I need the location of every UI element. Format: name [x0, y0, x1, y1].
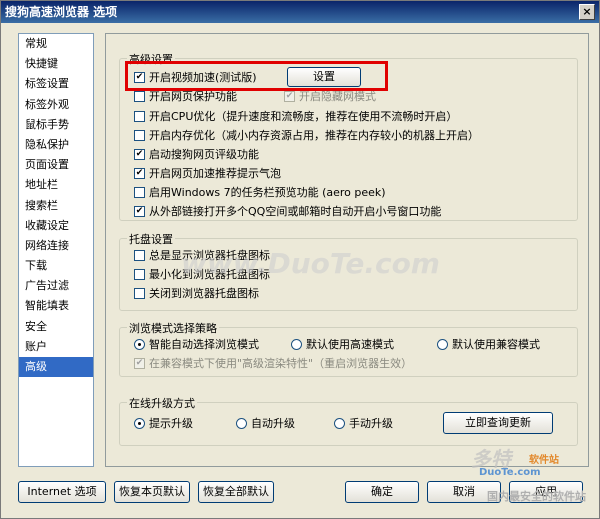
- logo-sub-watermark: 软件站: [529, 455, 559, 466]
- sidebar-item[interactable]: 标签设置: [19, 74, 93, 94]
- upgrade-auto-option[interactable]: 自动升级: [236, 417, 295, 431]
- sidebar-item[interactable]: 收藏设定: [19, 216, 93, 236]
- check-update-button[interactable]: 立即查询更新: [443, 412, 553, 434]
- browse-mode-compat-option[interactable]: 默认使用兼容模式: [437, 338, 540, 352]
- sidebar-item[interactable]: 广告过滤: [19, 276, 93, 296]
- always-show-tray-checkbox[interactable]: [134, 250, 145, 261]
- upgrade-group: 在线升级方式 提示升级 自动升级 手动升级 立即查询更新: [119, 395, 578, 446]
- sidebar-item[interactable]: 标签外观: [19, 95, 93, 115]
- page-protect-option[interactable]: 开启网页保护功能: [134, 90, 237, 104]
- bottom-watermark: 国内最安全的软件站: [487, 490, 586, 503]
- sidebar-item[interactable]: 账户: [19, 337, 93, 357]
- tray-settings-legend: 托盘设置: [127, 231, 175, 247]
- upgrade-auto-radio[interactable]: [236, 418, 247, 429]
- qq-links-checkbox[interactable]: [134, 206, 145, 217]
- mem-opt-option[interactable]: 开启内存优化（减小内存资源占用，推荐在内存较小的机器上开启）: [134, 129, 479, 143]
- close-tray-checkbox[interactable]: [134, 288, 145, 299]
- close-tray-label: 关闭到浏览器托盘图标: [149, 287, 259, 300]
- sidebar: 常规 快捷键 标签设置 标签外观 鼠标手势 隐私保护 页面设置 地址栏 搜索栏 收藏设定 网络连接下…: [18, 33, 94, 467]
- title-bar: 搜狗高速浏览器 选项 ×: [1, 1, 599, 23]
- hidden-mode-option: 开启隐藏网模式: [284, 90, 376, 104]
- browse-mode-legend: 浏览模式选择策略: [127, 320, 219, 336]
- browse-mode-group: 浏览模式选择策略 智能自动选择浏览模式 默认使用高速模式 默认使用兼容模式 在兼…: [119, 320, 578, 377]
- upgrade-manual-option[interactable]: 手动升级: [334, 417, 393, 431]
- compat-render-label: 在兼容模式下使用"高级渲染特性"（重启浏览器生效）: [149, 357, 413, 370]
- sidebar-item[interactable]: 搜索栏: [19, 196, 93, 216]
- center-watermark: www.DuoTe.com: [181, 247, 440, 280]
- cpu-opt-option[interactable]: 开启CPU优化（提升速度和流畅度，推荐在使用不流畅时开启）: [134, 110, 457, 124]
- highlight-annotation: [125, 61, 388, 91]
- sidebar-item[interactable]: 安全: [19, 317, 93, 337]
- sidebar-item[interactable]: 常规: [19, 34, 93, 54]
- window-title: 搜狗高速浏览器 选项: [5, 5, 118, 19]
- close-button[interactable]: ×: [579, 4, 595, 20]
- options-window: 搜狗高速浏览器 选项 × 常规 快捷键 标签设置 标签外观 鼠标手势 隐私保护 页面设置 地址…: [0, 0, 600, 519]
- win7-preview-label: 启用Windows 7的任务栏预览功能 (aero peek): [149, 186, 386, 199]
- sidebar-item[interactable]: 隐私保护: [19, 135, 93, 155]
- browse-mode-smart-label: 智能自动选择浏览模式: [149, 338, 259, 351]
- logo-url-watermark: DuoTe.com: [479, 467, 541, 478]
- upgrade-prompt-radio[interactable]: [134, 418, 145, 429]
- sidebar-item[interactable]: 下载: [19, 256, 93, 276]
- compat-render-option: 在兼容模式下使用"高级渲染特性"（重启浏览器生效）: [134, 357, 412, 371]
- browse-mode-smart-option[interactable]: 智能自动选择浏览模式: [134, 338, 259, 352]
- upgrade-manual-label: 手动升级: [349, 417, 393, 430]
- sidebar-item[interactable]: 智能填表: [19, 296, 93, 316]
- mem-opt-checkbox[interactable]: [134, 130, 145, 141]
- sidebar-item[interactable]: 快捷键: [19, 54, 93, 74]
- win7-preview-checkbox[interactable]: [134, 187, 145, 198]
- restore-all-defaults-button[interactable]: 恢复全部默认: [198, 481, 274, 503]
- upgrade-prompt-option[interactable]: 提示升级: [134, 417, 193, 431]
- rating-option[interactable]: 启动搜狗网页评级功能: [134, 148, 259, 162]
- upgrade-legend: 在线升级方式: [127, 395, 197, 411]
- browse-mode-smart-radio[interactable]: [134, 339, 145, 350]
- rating-label: 启动搜狗网页评级功能: [149, 148, 259, 161]
- cpu-opt-label: 开启CPU优化（提升速度和流畅度，推荐在使用不流畅时开启）: [149, 110, 458, 123]
- page-protect-label: 开启网页保护功能: [149, 90, 237, 103]
- sidebar-item[interactable]: 网络连接: [19, 236, 93, 256]
- accel-bubble-option[interactable]: 开启网页加速推荐提示气泡: [134, 167, 281, 181]
- close-icon: ×: [582, 5, 592, 18]
- sidebar-item[interactable]: 高级: [19, 357, 93, 378]
- hidden-mode-checkbox: [284, 91, 295, 102]
- internet-options-button[interactable]: Internet 选项: [18, 481, 106, 503]
- browse-mode-speed-option[interactable]: 默认使用高速模式: [291, 338, 394, 352]
- compat-render-checkbox: [134, 358, 145, 369]
- page-protect-checkbox[interactable]: [134, 91, 145, 102]
- accel-bubble-label: 开启网页加速推荐提示气泡: [149, 167, 281, 180]
- accel-bubble-checkbox[interactable]: [134, 168, 145, 179]
- sidebar-item[interactable]: 鼠标手势: [19, 115, 93, 135]
- browse-mode-compat-radio[interactable]: [437, 339, 448, 350]
- ok-button[interactable]: 确定: [345, 481, 419, 503]
- mem-opt-label: 开启内存优化（减小内存资源占用，推荐在内存较小的机器上开启）: [149, 129, 479, 142]
- browse-mode-speed-label: 默认使用高速模式: [306, 338, 394, 351]
- sidebar-item[interactable]: 地址栏: [19, 175, 93, 195]
- browse-mode-speed-radio[interactable]: [291, 339, 302, 350]
- minimize-tray-checkbox[interactable]: [134, 269, 145, 280]
- hidden-mode-label: 开启隐藏网模式: [299, 90, 376, 103]
- rating-checkbox[interactable]: [134, 149, 145, 160]
- qq-links-label: 从外部链接打开多个QQ空间或邮箱时自动开启小号窗口功能: [149, 205, 442, 218]
- sidebar-item[interactable]: 页面设置: [19, 155, 93, 175]
- restore-page-defaults-button[interactable]: 恢复本页默认: [114, 481, 190, 503]
- cpu-opt-checkbox[interactable]: [134, 111, 145, 122]
- qq-links-option[interactable]: 从外部链接打开多个QQ空间或邮箱时自动开启小号窗口功能: [134, 205, 441, 219]
- close-tray-option[interactable]: 关闭到浏览器托盘图标: [134, 287, 259, 301]
- win7-preview-option[interactable]: 启用Windows 7的任务栏预览功能 (aero peek): [134, 186, 386, 200]
- upgrade-prompt-label: 提示升级: [149, 417, 193, 430]
- browse-mode-compat-label: 默认使用兼容模式: [452, 338, 540, 351]
- upgrade-manual-radio[interactable]: [334, 418, 345, 429]
- upgrade-auto-label: 自动升级: [251, 417, 295, 430]
